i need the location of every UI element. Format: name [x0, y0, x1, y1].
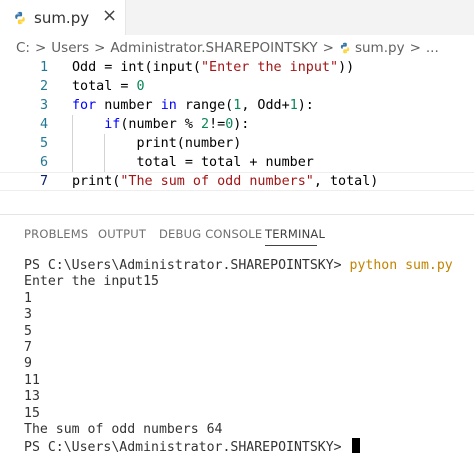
code-token: number [96, 98, 161, 113]
terminal-output-line: 5 [24, 323, 32, 339]
code-token: , total) [313, 174, 379, 189]
code-token: in [160, 98, 177, 113]
code-line[interactable]: 7 print("The sum of odd numbers", total) [0, 172, 474, 191]
terminal[interactable]: PS C:\Users\Administrator.SHAREPOINTSKY>… [0, 258, 474, 458]
code-text: total = 0 [72, 77, 145, 96]
code-token: print( [72, 174, 121, 189]
breadcrumb-separator: > [409, 40, 421, 56]
code-token: != [209, 117, 226, 132]
tab-label: sum.py [34, 9, 90, 27]
code-token: 0 [136, 79, 145, 94]
tab-bar: sum.py × [0, 0, 474, 35]
code-text: print(number) [72, 134, 241, 153]
breadcrumb-item-file[interactable]: sum.py [355, 40, 405, 56]
line-number: 3 [39, 98, 48, 113]
code-text: total = total + number [72, 153, 314, 172]
code-token: 2 [201, 117, 210, 132]
terminal-output-line: 7 [24, 340, 32, 355]
code-token: ): [297, 98, 314, 113]
code-token: (number % [120, 117, 201, 132]
breadcrumb-separator: > [322, 40, 334, 56]
tab-sum-py[interactable]: sum.py × [0, 0, 126, 35]
terminal-output-line: 3 [24, 307, 32, 323]
code-line[interactable]: 6 total = total + number [0, 153, 474, 172]
terminal-cursor [351, 438, 360, 454]
python-icon [340, 42, 350, 54]
line-number: 7 [39, 174, 48, 189]
code-token: range( [176, 98, 234, 113]
code-token: Odd = int(input( [72, 60, 201, 75]
code-line[interactable]: 4 if(number % 2!=0): [0, 115, 474, 134]
line-number: 1 [39, 60, 48, 75]
terminal-output-line: The sum of odd numbers 64 [24, 422, 223, 437]
terminal-command: python sum.py [349, 258, 453, 273]
tab-output[interactable]: OUTPUT [98, 227, 146, 241]
breadcrumb-item-more[interactable]: ... [426, 40, 439, 56]
code-token: "Enter the input" [201, 60, 339, 75]
line-number: 6 [39, 155, 48, 170]
code-line[interactable]: 5 print(number) [0, 134, 474, 153]
code-token: print(number) [72, 136, 242, 151]
tab-terminal[interactable]: TERMINAL [265, 227, 325, 241]
line-number: 5 [39, 136, 48, 151]
code-text: print("The sum of odd numbers", total) [72, 173, 378, 190]
code-token: "The sum of odd numbers" [120, 174, 314, 189]
code-line[interactable]: 3 for number in range(1, Odd+1): [0, 96, 474, 115]
active-tab-indicator [265, 245, 317, 246]
breadcrumb-item-folder[interactable]: Administrator.SHAREPOINTSKY [110, 40, 317, 56]
terminal-final-prompt-line[interactable]: PS C:\Users\Administrator.SHAREPOINTSKY> [24, 438, 360, 456]
line-number: 4 [39, 117, 48, 132]
close-icon[interactable]: × [102, 7, 117, 25]
panel-tabs: PROBLEMS OUTPUT DEBUG CONSOLE TERMINAL [0, 222, 474, 248]
terminal-prompt: PS C:\Users\Administrator.SHAREPOINTSKY> [24, 258, 350, 273]
code-text: if(number % 2!=0): [72, 115, 249, 134]
code-token: , Odd+ [241, 98, 290, 113]
breadcrumb-separator: > [94, 40, 106, 56]
code-text: for number in range(1, Odd+1): [72, 96, 314, 115]
terminal-output-line: 9 [24, 356, 32, 372]
tab-problems[interactable]: PROBLEMS [24, 227, 88, 241]
code-line[interactable]: 2 total = 0 [0, 77, 474, 96]
code-token: 1 [289, 98, 298, 113]
panel-divider [0, 214, 474, 215]
code-token: for [72, 98, 97, 113]
breadcrumb-item-drive[interactable]: C: [16, 40, 30, 56]
breadcrumb-item-users[interactable]: Users [51, 40, 89, 56]
code-text: Odd = int(input("Enter the input")) [72, 58, 354, 77]
line-number: 2 [39, 79, 48, 94]
breadcrumb: C: > Users > Administrator.SHAREPOINTSKY… [0, 37, 474, 59]
terminal-output-line: 1 [24, 290, 32, 306]
code-token: total = [72, 79, 137, 94]
tab-debug-console[interactable]: DEBUG CONSOLE [159, 227, 262, 241]
code-line[interactable]: 1 Odd = int(input("Enter the input")) [0, 58, 474, 77]
code-token: )) [338, 60, 355, 75]
terminal-prompt: PS C:\Users\Administrator.SHAREPOINTSKY> [24, 440, 350, 456]
terminal-command-line: PS C:\Users\Administrator.SHAREPOINTSKY>… [24, 258, 453, 274]
terminal-output-line: Enter the input15 [24, 274, 159, 290]
code-editor[interactable]: 1 Odd = int(input("Enter the input")) 2 tot… [0, 58, 474, 194]
breadcrumb-separator: > [34, 40, 47, 56]
code-token: ): [233, 117, 250, 132]
code-token: if [104, 117, 121, 132]
terminal-output-line: 13 [24, 389, 40, 405]
python-icon [15, 11, 25, 25]
terminal-output-line: 11 [24, 372, 40, 388]
code-token: total = total + number [72, 155, 314, 170]
terminal-output-line: 15 [24, 405, 40, 421]
